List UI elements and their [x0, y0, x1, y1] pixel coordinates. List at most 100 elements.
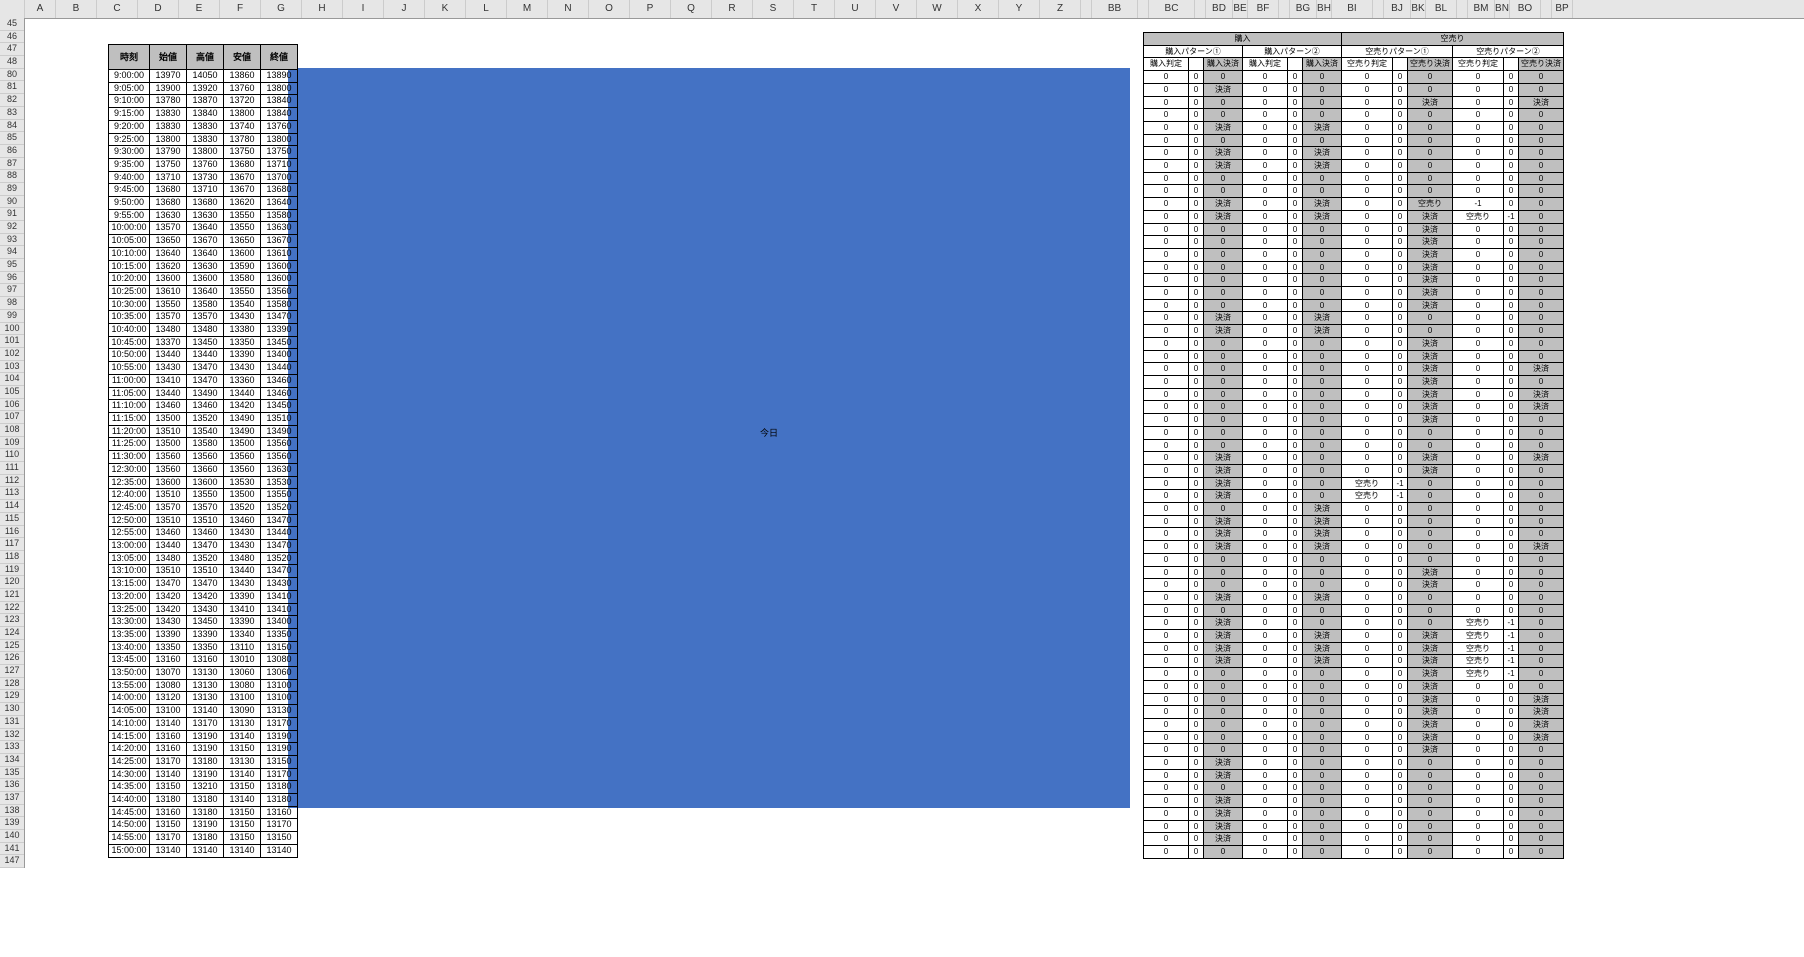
sig-row[interactable]: 00000000決済000 — [1144, 299, 1564, 312]
price-row[interactable]: 10:35:0013570135701343013470 — [109, 311, 298, 324]
row-header[interactable]: 135 — [0, 767, 24, 780]
sig-row[interactable]: 00000000決済000 — [1144, 744, 1564, 757]
price-row[interactable]: 10:40:0013480134801338013390 — [109, 324, 298, 337]
sig-row[interactable]: 00000000決済00決済 — [1144, 718, 1564, 731]
price-row[interactable]: 11:05:0013440134901344013460 — [109, 387, 298, 400]
col-header[interactable]: BI — [1332, 0, 1373, 18]
row-header[interactable]: 141 — [0, 843, 24, 856]
col-header[interactable]: L — [466, 0, 507, 18]
row-header[interactable]: 84 — [0, 120, 24, 133]
row-header[interactable]: 139 — [0, 817, 24, 830]
sig-row[interactable]: 00決済000000000 — [1144, 769, 1564, 782]
sig-row[interactable]: 000000000000 — [1144, 134, 1564, 147]
col-header[interactable]: E — [179, 0, 220, 18]
row-header[interactable]: 104 — [0, 373, 24, 386]
row-header[interactable]: 106 — [0, 399, 24, 412]
sig-row[interactable]: 00決済000000000 — [1144, 807, 1564, 820]
row-header[interactable]: 112 — [0, 475, 24, 488]
col-header[interactable]: Q — [671, 0, 712, 18]
row-header[interactable]: 87 — [0, 158, 24, 171]
sig-row[interactable]: 00000000決済000 — [1144, 261, 1564, 274]
price-row[interactable]: 13:15:0013470134701343013430 — [109, 578, 298, 591]
row-header[interactable]: 82 — [0, 94, 24, 107]
col-header[interactable] — [1195, 0, 1206, 18]
row-header[interactable]: 103 — [0, 361, 24, 374]
sig-row[interactable]: 00000000決済000 — [1144, 414, 1564, 427]
price-row[interactable]: 12:40:0013510135501350013550 — [109, 489, 298, 502]
sig-row[interactable]: 00決済00決済000000 — [1144, 147, 1564, 160]
sig-row[interactable]: 00000000決済000 — [1144, 579, 1564, 592]
sig-row[interactable]: 000000000000 — [1144, 71, 1564, 84]
sig-row[interactable]: 00決済00決済00決済空売り-10 — [1144, 642, 1564, 655]
price-row[interactable]: 14:10:0013140131701313013170 — [109, 717, 298, 730]
row-header[interactable]: 92 — [0, 221, 24, 234]
price-row[interactable]: 12:45:0013570135701352013520 — [109, 501, 298, 514]
row-header[interactable]: 117 — [0, 538, 24, 551]
sig-row[interactable]: 00決済00決済000000 — [1144, 528, 1564, 541]
price-row[interactable]: 9:30:0013790138001375013750 — [109, 146, 298, 159]
price-row[interactable]: 9:15:0013830138401380013840 — [109, 108, 298, 121]
row-header[interactable]: 134 — [0, 754, 24, 767]
row-header[interactable]: 93 — [0, 234, 24, 247]
col-header[interactable]: A — [25, 0, 56, 18]
row-header[interactable]: 109 — [0, 437, 24, 450]
sig-row[interactable]: 00000000決済000 — [1144, 350, 1564, 363]
price-row[interactable]: 10:30:0013550135801354013580 — [109, 298, 298, 311]
price-row[interactable]: 11:30:0013560135601356013560 — [109, 451, 298, 464]
col-header[interactable]: BN — [1495, 0, 1510, 18]
sig-row[interactable]: 00000000決済00決済 — [1144, 388, 1564, 401]
col-header[interactable]: Z — [1040, 0, 1081, 18]
col-header[interactable] — [1081, 0, 1092, 18]
row-header[interactable]: 138 — [0, 805, 24, 818]
row-header[interactable]: 96 — [0, 272, 24, 285]
sig-row[interactable]: 000000000000 — [1144, 172, 1564, 185]
col-header[interactable]: BM — [1468, 0, 1495, 18]
sig-row[interactable]: 000000000000 — [1144, 426, 1564, 439]
col-header[interactable] — [1541, 0, 1552, 18]
price-row[interactable]: 9:05:0013900139201376013800 — [109, 82, 298, 95]
price-row[interactable]: 13:45:0013160131601301013080 — [109, 654, 298, 667]
sig-row[interactable]: 00000000決済000 — [1144, 274, 1564, 287]
row-header[interactable]: 100 — [0, 323, 24, 336]
price-row[interactable]: 13:50:0013070131301306013060 — [109, 667, 298, 680]
col-header[interactable]: H — [302, 0, 343, 18]
col-header[interactable]: BO — [1510, 0, 1541, 18]
row-header[interactable]: 123 — [0, 614, 24, 627]
row-header[interactable]: 97 — [0, 284, 24, 297]
sig-row[interactable]: 00決済000000000 — [1144, 83, 1564, 96]
sig-row[interactable]: 00決済00決済00決済空売り-10 — [1144, 210, 1564, 223]
col-header[interactable] — [1457, 0, 1468, 18]
row-header[interactable]: 81 — [0, 81, 24, 94]
sig-row[interactable]: 00決済000000空売り-10 — [1144, 617, 1564, 630]
sig-row[interactable]: 00決済00決済000000 — [1144, 591, 1564, 604]
sig-row[interactable]: 00000000決済000 — [1144, 375, 1564, 388]
price-row[interactable]: 9:35:0013750137601368013710 — [109, 158, 298, 171]
row-header[interactable]: 114 — [0, 500, 24, 513]
price-row[interactable]: 9:55:0013630136301355013580 — [109, 209, 298, 222]
sig-row[interactable]: 00000000決済000 — [1144, 337, 1564, 350]
col-header[interactable]: V — [876, 0, 917, 18]
price-row[interactable]: 14:30:0013140131901314013170 — [109, 768, 298, 781]
sig-row[interactable]: 00000000決済00決済 — [1144, 401, 1564, 414]
price-row[interactable]: 14:50:0013150131901315013170 — [109, 819, 298, 832]
sig-row[interactable]: 00000000決済000 — [1144, 248, 1564, 261]
row-header[interactable]: 47 — [0, 43, 24, 56]
col-header[interactable]: N — [548, 0, 589, 18]
price-row[interactable]: 13:05:0013480135201348013520 — [109, 552, 298, 565]
price-row[interactable]: 10:05:0013650136701365013670 — [109, 235, 298, 248]
col-header[interactable]: BE — [1233, 0, 1248, 18]
row-header[interactable]: 108 — [0, 424, 24, 437]
col-header[interactable]: R — [712, 0, 753, 18]
price-row[interactable]: 11:15:0013500135201349013510 — [109, 412, 298, 425]
col-header[interactable]: P — [630, 0, 671, 18]
col-header[interactable]: T — [794, 0, 835, 18]
row-header[interactable]: 116 — [0, 526, 24, 539]
sig-row[interactable]: 00決済00決済000000 — [1144, 325, 1564, 338]
sig-row[interactable]: 00決済00決済00000決済 — [1144, 541, 1564, 554]
col-header[interactable]: I — [343, 0, 384, 18]
sig-row[interactable]: 00000000決済00決済 — [1144, 363, 1564, 376]
col-header[interactable] — [1373, 0, 1384, 18]
row-header[interactable]: 90 — [0, 196, 24, 209]
row-header[interactable]: 95 — [0, 259, 24, 272]
sig-row[interactable]: 00決済00決済00空売り-100 — [1144, 198, 1564, 211]
